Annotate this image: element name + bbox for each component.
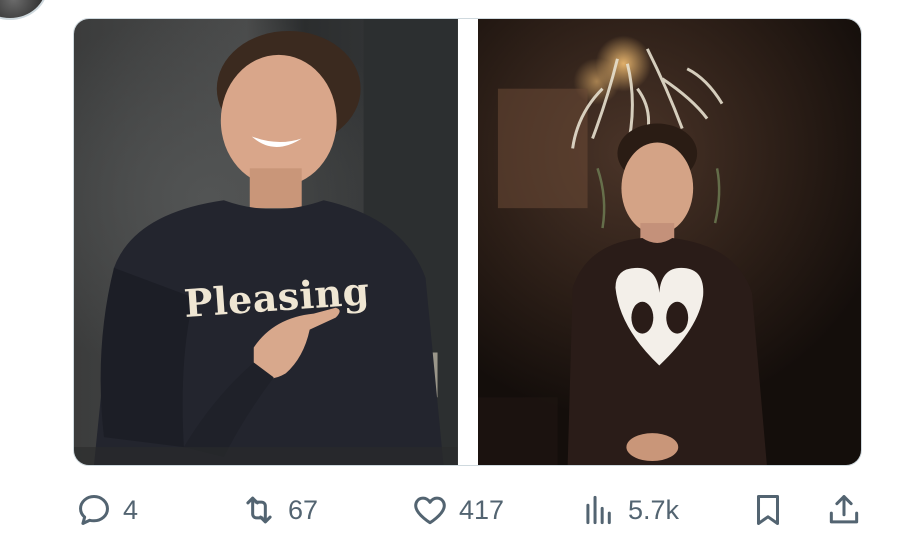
- reply-icon: [75, 491, 113, 529]
- photo-left-illustration: [74, 19, 458, 465]
- media-photo-left[interactable]: Pleasing: [74, 19, 458, 465]
- tweet-frame: Pleasing 4 67 417 5.7k: [0, 0, 900, 557]
- media-photo-right[interactable]: [477, 19, 861, 465]
- views-count: 5.7k: [628, 494, 680, 525]
- share-icon: [825, 491, 863, 529]
- share-button[interactable]: [825, 488, 863, 532]
- bookmark-icon: [749, 491, 787, 529]
- views-icon: [580, 491, 618, 529]
- retweet-icon: [240, 491, 278, 529]
- photo-right-illustration: [477, 48, 767, 465]
- heart-icon: [411, 491, 449, 529]
- like-button[interactable]: 417: [411, 488, 504, 532]
- tweet-media-grid: Pleasing: [73, 18, 862, 466]
- like-count: 417: [459, 494, 505, 525]
- reply-button[interactable]: 4: [75, 488, 138, 532]
- bookmark-button[interactable]: [749, 488, 787, 532]
- retweet-button[interactable]: 67: [240, 488, 318, 532]
- avatar[interactable]: [0, 0, 48, 20]
- views-button[interactable]: 5.7k: [580, 488, 679, 532]
- retweet-count: 67: [288, 494, 319, 525]
- tweet-action-bar: 4 67 417 5.7k: [73, 488, 873, 532]
- reply-count: 4: [123, 494, 139, 525]
